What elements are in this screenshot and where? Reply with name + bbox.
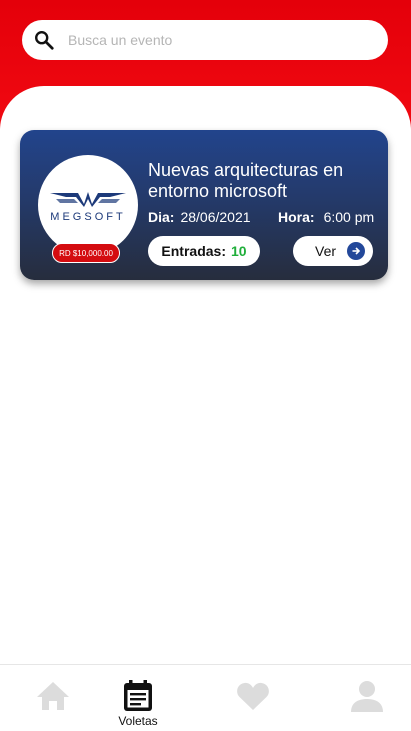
organizer-logo-text: MEGSOFT (50, 211, 126, 223)
view-button-label: Ver (315, 243, 337, 259)
heart-icon (235, 679, 271, 713)
event-card[interactable]: MEGSOFT RD $10,000.00 Nuevas arquitectur… (20, 130, 388, 280)
home-icon (35, 679, 71, 713)
time-label: Hora: (278, 209, 315, 225)
organizer-logo: MEGSOFT (38, 155, 138, 255)
date-label: Dia: (148, 209, 175, 225)
nav-item-label: Voletas (118, 714, 158, 728)
bottom-nav: Voletas (0, 664, 411, 731)
nav-item-home[interactable] (18, 665, 88, 731)
event-title: Nuevas arquitecturas en entorno microsof… (148, 160, 344, 201)
search-icon[interactable] (32, 28, 56, 52)
search-bar[interactable] (22, 20, 388, 60)
nav-item-favorites[interactable] (218, 665, 288, 731)
search-input[interactable] (68, 28, 368, 52)
tickets-label: Entradas: (161, 243, 226, 259)
tickets-pill: Entradas: 10 (148, 236, 260, 266)
ticket-calendar-icon (120, 679, 156, 713)
arrow-right-icon (347, 242, 365, 260)
person-icon (349, 679, 385, 713)
megsoft-emblem-icon (50, 192, 126, 207)
event-date: Dia: 28/06/2021 (148, 209, 251, 225)
tickets-count: 10 (231, 243, 247, 259)
view-button[interactable]: Ver (293, 236, 373, 266)
event-time: Hora: 6:00 pm (278, 209, 374, 225)
nav-item-voletas[interactable]: Voletas (103, 665, 173, 731)
nav-item-profile[interactable] (332, 665, 402, 731)
price-badge: RD $10,000.00 (52, 243, 120, 263)
date-value: 28/06/2021 (180, 209, 251, 225)
time-value: 6:00 pm (323, 209, 375, 225)
